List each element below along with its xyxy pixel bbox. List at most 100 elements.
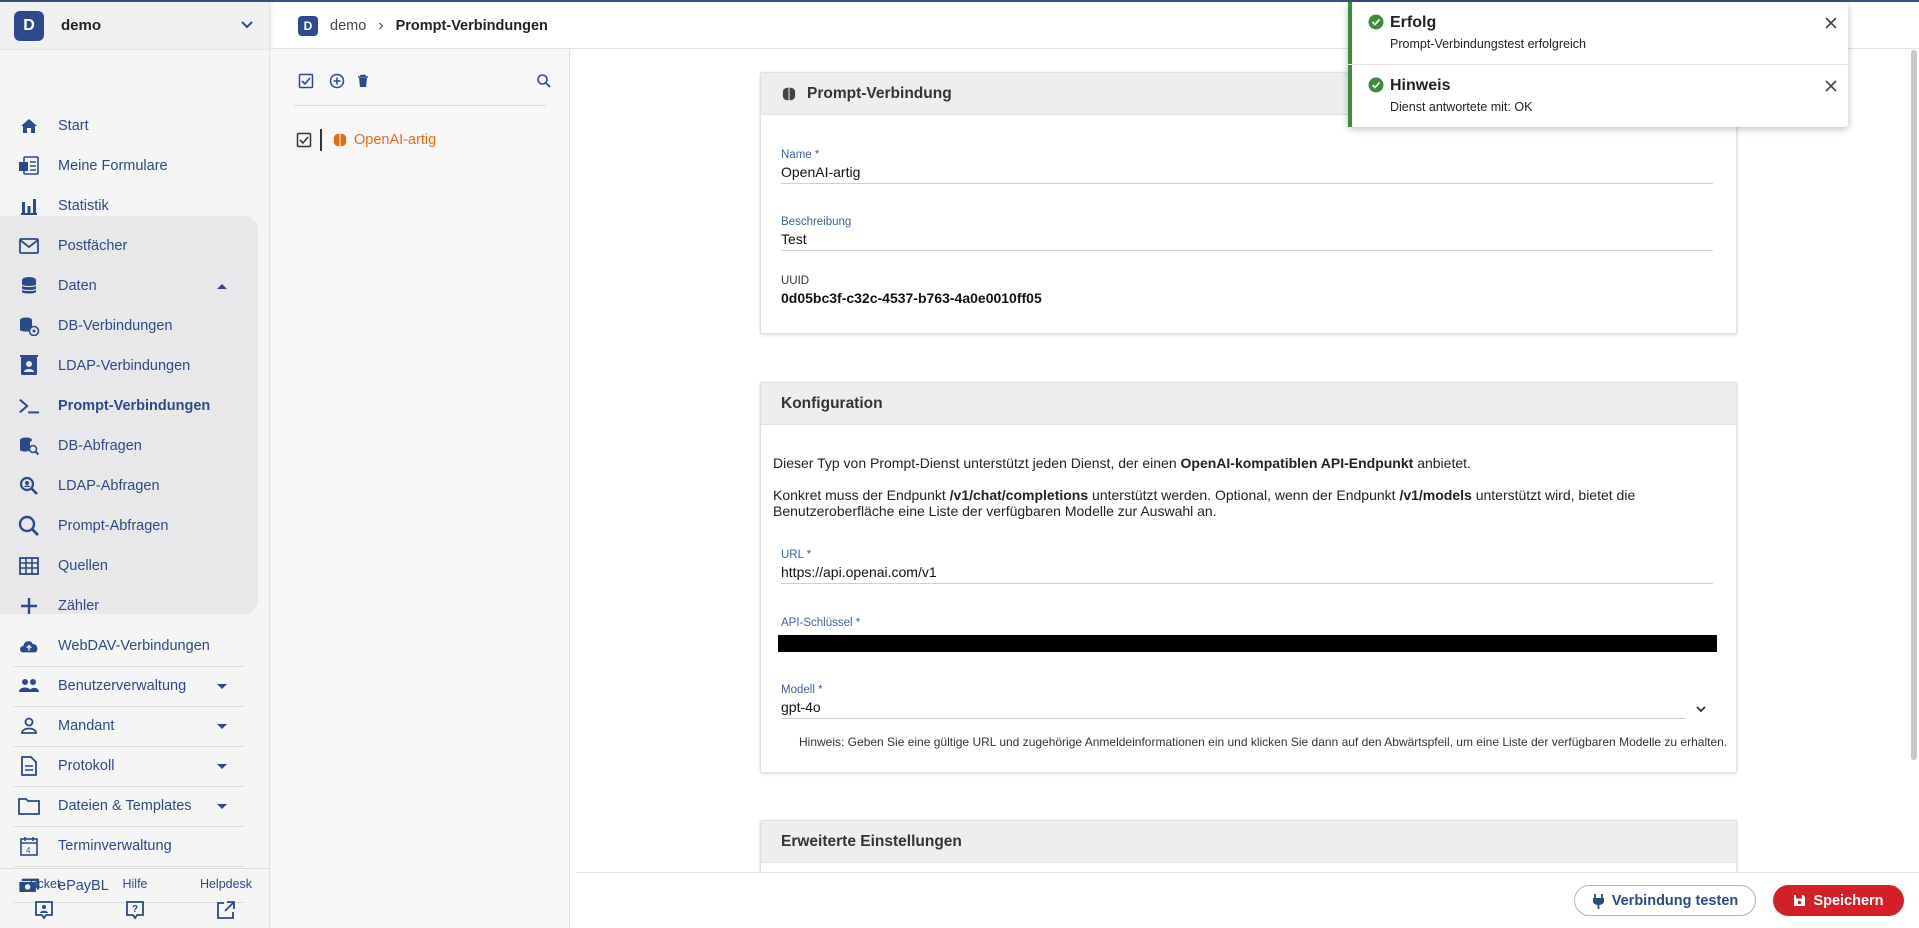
forms-icon — [18, 155, 40, 177]
toolbar-divider — [294, 105, 546, 106]
card-title: Prompt-Verbindung — [807, 84, 952, 102]
tenant-switcher[interactable]: D demo — [0, 2, 269, 50]
sidebar-item-label: DB-Abfragen — [58, 438, 142, 454]
chevron-down-icon[interactable] — [240, 18, 254, 32]
notification-stack: Erfolg Prompt-Verbindungstest erfolgreic… — [1348, 2, 1848, 127]
sidebar-item-ldap-abfragen[interactable]: LDAP-Abfragen — [0, 466, 258, 506]
helpdesk-label: Helpdesk — [199, 877, 253, 891]
card-header[interactable]: Erweiterte Einstellungen — [761, 821, 1736, 863]
helpdesk-link[interactable]: Helpdesk — [186, 877, 266, 921]
sidebar-divider — [14, 866, 244, 867]
ldap-query-icon — [18, 475, 40, 497]
checkbox-icon[interactable] — [296, 132, 312, 148]
sidebar-item-label: Zähler — [58, 598, 100, 614]
sidebar-item-terminverwaltung[interactable]: 4 Terminverwaltung — [0, 826, 258, 866]
hilfe-link[interactable]: Hilfe ? — [95, 877, 175, 921]
configuration-card: Konfiguration Dieser Typ von Prompt-Dien… — [760, 382, 1737, 773]
model-label: Modell * — [781, 684, 823, 696]
sidebar-item-dateien-templates[interactable]: Dateien & Templates — [0, 786, 258, 826]
text-span: Dieser Typ von Prompt-Dienst unterstützt… — [773, 455, 1181, 471]
description-field[interactable]: Beschreibung Test — [781, 216, 1713, 251]
sidebar-item-ldap-verbindungen[interactable]: LDAP-Verbindungen — [0, 346, 258, 386]
card-title: Erweiterte Einstellungen — [781, 832, 962, 850]
sidebar-footer: Ticket Hilfe ? Helpdesk — [0, 868, 270, 928]
svg-text:4: 4 — [26, 846, 31, 855]
db-query-icon — [18, 435, 40, 457]
save-button[interactable]: Speichern — [1773, 885, 1904, 916]
sidebar-item-statistik[interactable]: Statistik — [0, 186, 258, 226]
toast-message: Dienst antwortete mit: OK — [1390, 100, 1533, 114]
search-icon — [18, 515, 40, 537]
collapse-arrow-icon[interactable] — [216, 280, 228, 292]
save-label: Speichern — [1813, 892, 1884, 909]
name-input[interactable]: OpenAI-artig — [781, 164, 1713, 184]
sidebar-item-db-abfragen[interactable]: DB-Abfragen — [0, 426, 258, 466]
sidebar-item-label: LDAP-Verbindungen — [58, 358, 191, 374]
connection-list-pane: OpenAI-artig — [270, 49, 570, 928]
sidebar-item-prompt-abfragen[interactable]: Prompt-Abfragen — [0, 506, 258, 546]
document-icon — [18, 755, 40, 777]
breadcrumb-tenant-avatar: D — [298, 16, 318, 36]
add-icon[interactable] — [329, 73, 345, 89]
sidebar-item-label: Start — [58, 118, 89, 134]
test-connection-button[interactable]: Verbindung testen — [1574, 885, 1756, 916]
ticket-icon — [35, 901, 53, 920]
list-item[interactable]: OpenAI-artig — [296, 129, 436, 151]
model-hint: Hinweis: Geben Sie eine gültige URL und … — [799, 735, 1728, 749]
description-input[interactable]: Test — [781, 231, 1713, 251]
url-input[interactable]: https://api.openai.com/v1 — [781, 564, 1713, 584]
sidebar-item-webdav-verbindungen[interactable]: WebDAV-Verbindungen — [0, 626, 258, 666]
expand-arrow-icon[interactable] — [216, 720, 228, 732]
db-connection-icon — [18, 315, 40, 337]
sidebar-item-start[interactable]: Start — [0, 106, 258, 146]
sidebar-item-meine-formulare[interactable]: Meine Formulare — [0, 146, 258, 186]
list-item-label: OpenAI-artig — [354, 132, 437, 148]
sidebar-item-db-verbindungen[interactable]: DB-Verbindungen — [0, 306, 258, 346]
url-field[interactable]: URL * https://api.openai.com/v1 — [781, 549, 1713, 584]
chevron-right-icon: › — [378, 17, 384, 34]
sidebar-item-prompt-verbindungen[interactable]: Prompt-Verbindungen — [0, 386, 258, 426]
text-span: unterstützt wird, bietet die — [1471, 487, 1636, 503]
sidebar-item-zaehler[interactable]: Zähler — [0, 586, 258, 626]
trash-icon[interactable] — [355, 73, 371, 89]
search-icon[interactable] — [536, 73, 552, 89]
close-icon[interactable] — [1824, 16, 1838, 30]
chevron-down-icon[interactable] — [1695, 703, 1707, 715]
model-field[interactable]: Modell * gpt-4o — [781, 684, 1686, 719]
sidebar-item-label: Meine Formulare — [58, 158, 168, 174]
sidebar-item-label: Terminverwaltung — [58, 838, 172, 854]
expand-arrow-icon[interactable] — [216, 800, 228, 812]
close-icon[interactable] — [1824, 79, 1838, 93]
table-icon — [18, 555, 40, 577]
uuid-value: 0d05bc3f-c32c-4537-b763-4a0e0010ff05 — [781, 290, 1042, 306]
sidebar-item-protokoll[interactable]: Protokoll — [0, 746, 258, 786]
select-all-icon[interactable] — [298, 73, 314, 89]
text-span-bold: /v1/chat/completions — [949, 487, 1089, 503]
expand-arrow-icon[interactable] — [216, 680, 228, 692]
external-link-icon — [217, 901, 235, 919]
ticket-link[interactable]: Ticket — [4, 877, 84, 921]
save-icon — [1794, 895, 1806, 906]
expand-arrow-icon[interactable] — [216, 760, 228, 772]
ldap-icon — [18, 355, 40, 377]
sidebar-item-daten[interactable]: Daten — [0, 266, 258, 306]
model-select[interactable]: gpt-4o — [781, 699, 1686, 719]
sidebar-item-benutzerverwaltung[interactable]: Benutzerverwaltung — [0, 666, 258, 706]
sidebar: D demo Start Meine Formulare Statistik P… — [0, 2, 270, 928]
scrollbar[interactable] — [1911, 50, 1917, 760]
api-key-field[interactable]: API-Schlüssel * — [778, 617, 1717, 652]
sidebar-item-quellen[interactable]: Quellen — [0, 546, 258, 586]
api-key-input-masked[interactable] — [778, 635, 1717, 652]
home-icon — [18, 115, 40, 137]
sidebar-item-mandant[interactable]: Mandant — [0, 706, 258, 746]
config-description-2: Konkret muss der Endpunkt /v1/chat/compl… — [773, 487, 1713, 519]
sidebar-item-postfaecher[interactable]: Postfächer — [0, 226, 258, 266]
sidebar-item-label: Quellen — [58, 558, 108, 574]
plug-icon — [1592, 893, 1604, 909]
plus-icon — [18, 595, 40, 617]
folder-icon — [18, 795, 40, 817]
check-circle-icon — [1368, 77, 1384, 93]
config-description-1: Dieser Typ von Prompt-Dienst unterstützt… — [773, 455, 1713, 471]
name-field[interactable]: Name * OpenAI-artig — [781, 149, 1713, 184]
breadcrumb-root[interactable]: demo — [330, 18, 366, 34]
